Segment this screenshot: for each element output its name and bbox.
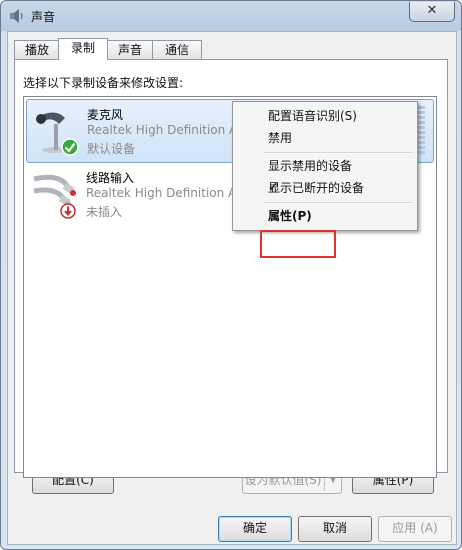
menu-separator	[263, 202, 413, 204]
menu-separator	[263, 152, 413, 154]
apply-button[interactable]: 应用 (A)	[378, 516, 452, 542]
menu-item-label: 显示禁用的设备	[268, 159, 353, 173]
ok-button[interactable]: 确定	[218, 516, 292, 542]
menu-item-configure-speech[interactable]: 配置语音识别(S)	[235, 106, 413, 126]
title-bar[interactable]: 声音 ✕	[1, 1, 461, 31]
context-menu: 配置语音识别(S) 禁用 显示禁用的设备 ✓ 显示已断开的设备 属性(P)	[232, 101, 418, 231]
cancel-button[interactable]: 取消	[298, 516, 372, 542]
sound-dialog: 声音 ✕ 播放 录制 声音 通信 选择以下录制设备来修改设置: 麦克风 Real…	[0, 0, 462, 550]
tab-communications[interactable]: 通信	[152, 40, 202, 59]
menu-item-disable[interactable]: 禁用	[235, 128, 413, 148]
instruction-text: 选择以下录制设备来修改设置:	[23, 76, 184, 90]
menu-item-properties[interactable]: 属性(P)	[235, 206, 413, 226]
window-title: 声音	[31, 10, 56, 24]
highlight-box	[260, 230, 336, 258]
menu-item-label: 显示已断开的设备	[268, 181, 365, 195]
menu-item-show-disconnected[interactable]: ✓ 显示已断开的设备	[235, 178, 413, 198]
unplugged-icon	[60, 203, 76, 219]
menu-item-show-disabled[interactable]: 显示禁用的设备	[235, 156, 413, 176]
tab-playback[interactable]: 播放	[14, 40, 60, 59]
menu-item-label: 禁用	[268, 131, 293, 145]
tab-recording[interactable]: 录制	[58, 38, 108, 60]
tab-sounds[interactable]: 声音	[106, 40, 154, 59]
device-status: 未插入	[86, 205, 123, 219]
device-status: 默认设备	[87, 142, 136, 156]
close-button[interactable]: ✕	[409, 2, 455, 22]
menu-item-label: 属性(P)	[268, 209, 312, 223]
device-name: 线路输入	[86, 171, 135, 185]
device-name: 麦克风	[87, 108, 124, 122]
default-check-icon	[61, 138, 79, 156]
speaker-icon	[10, 9, 23, 23]
menu-item-label: 配置语音识别(S)	[268, 109, 357, 123]
